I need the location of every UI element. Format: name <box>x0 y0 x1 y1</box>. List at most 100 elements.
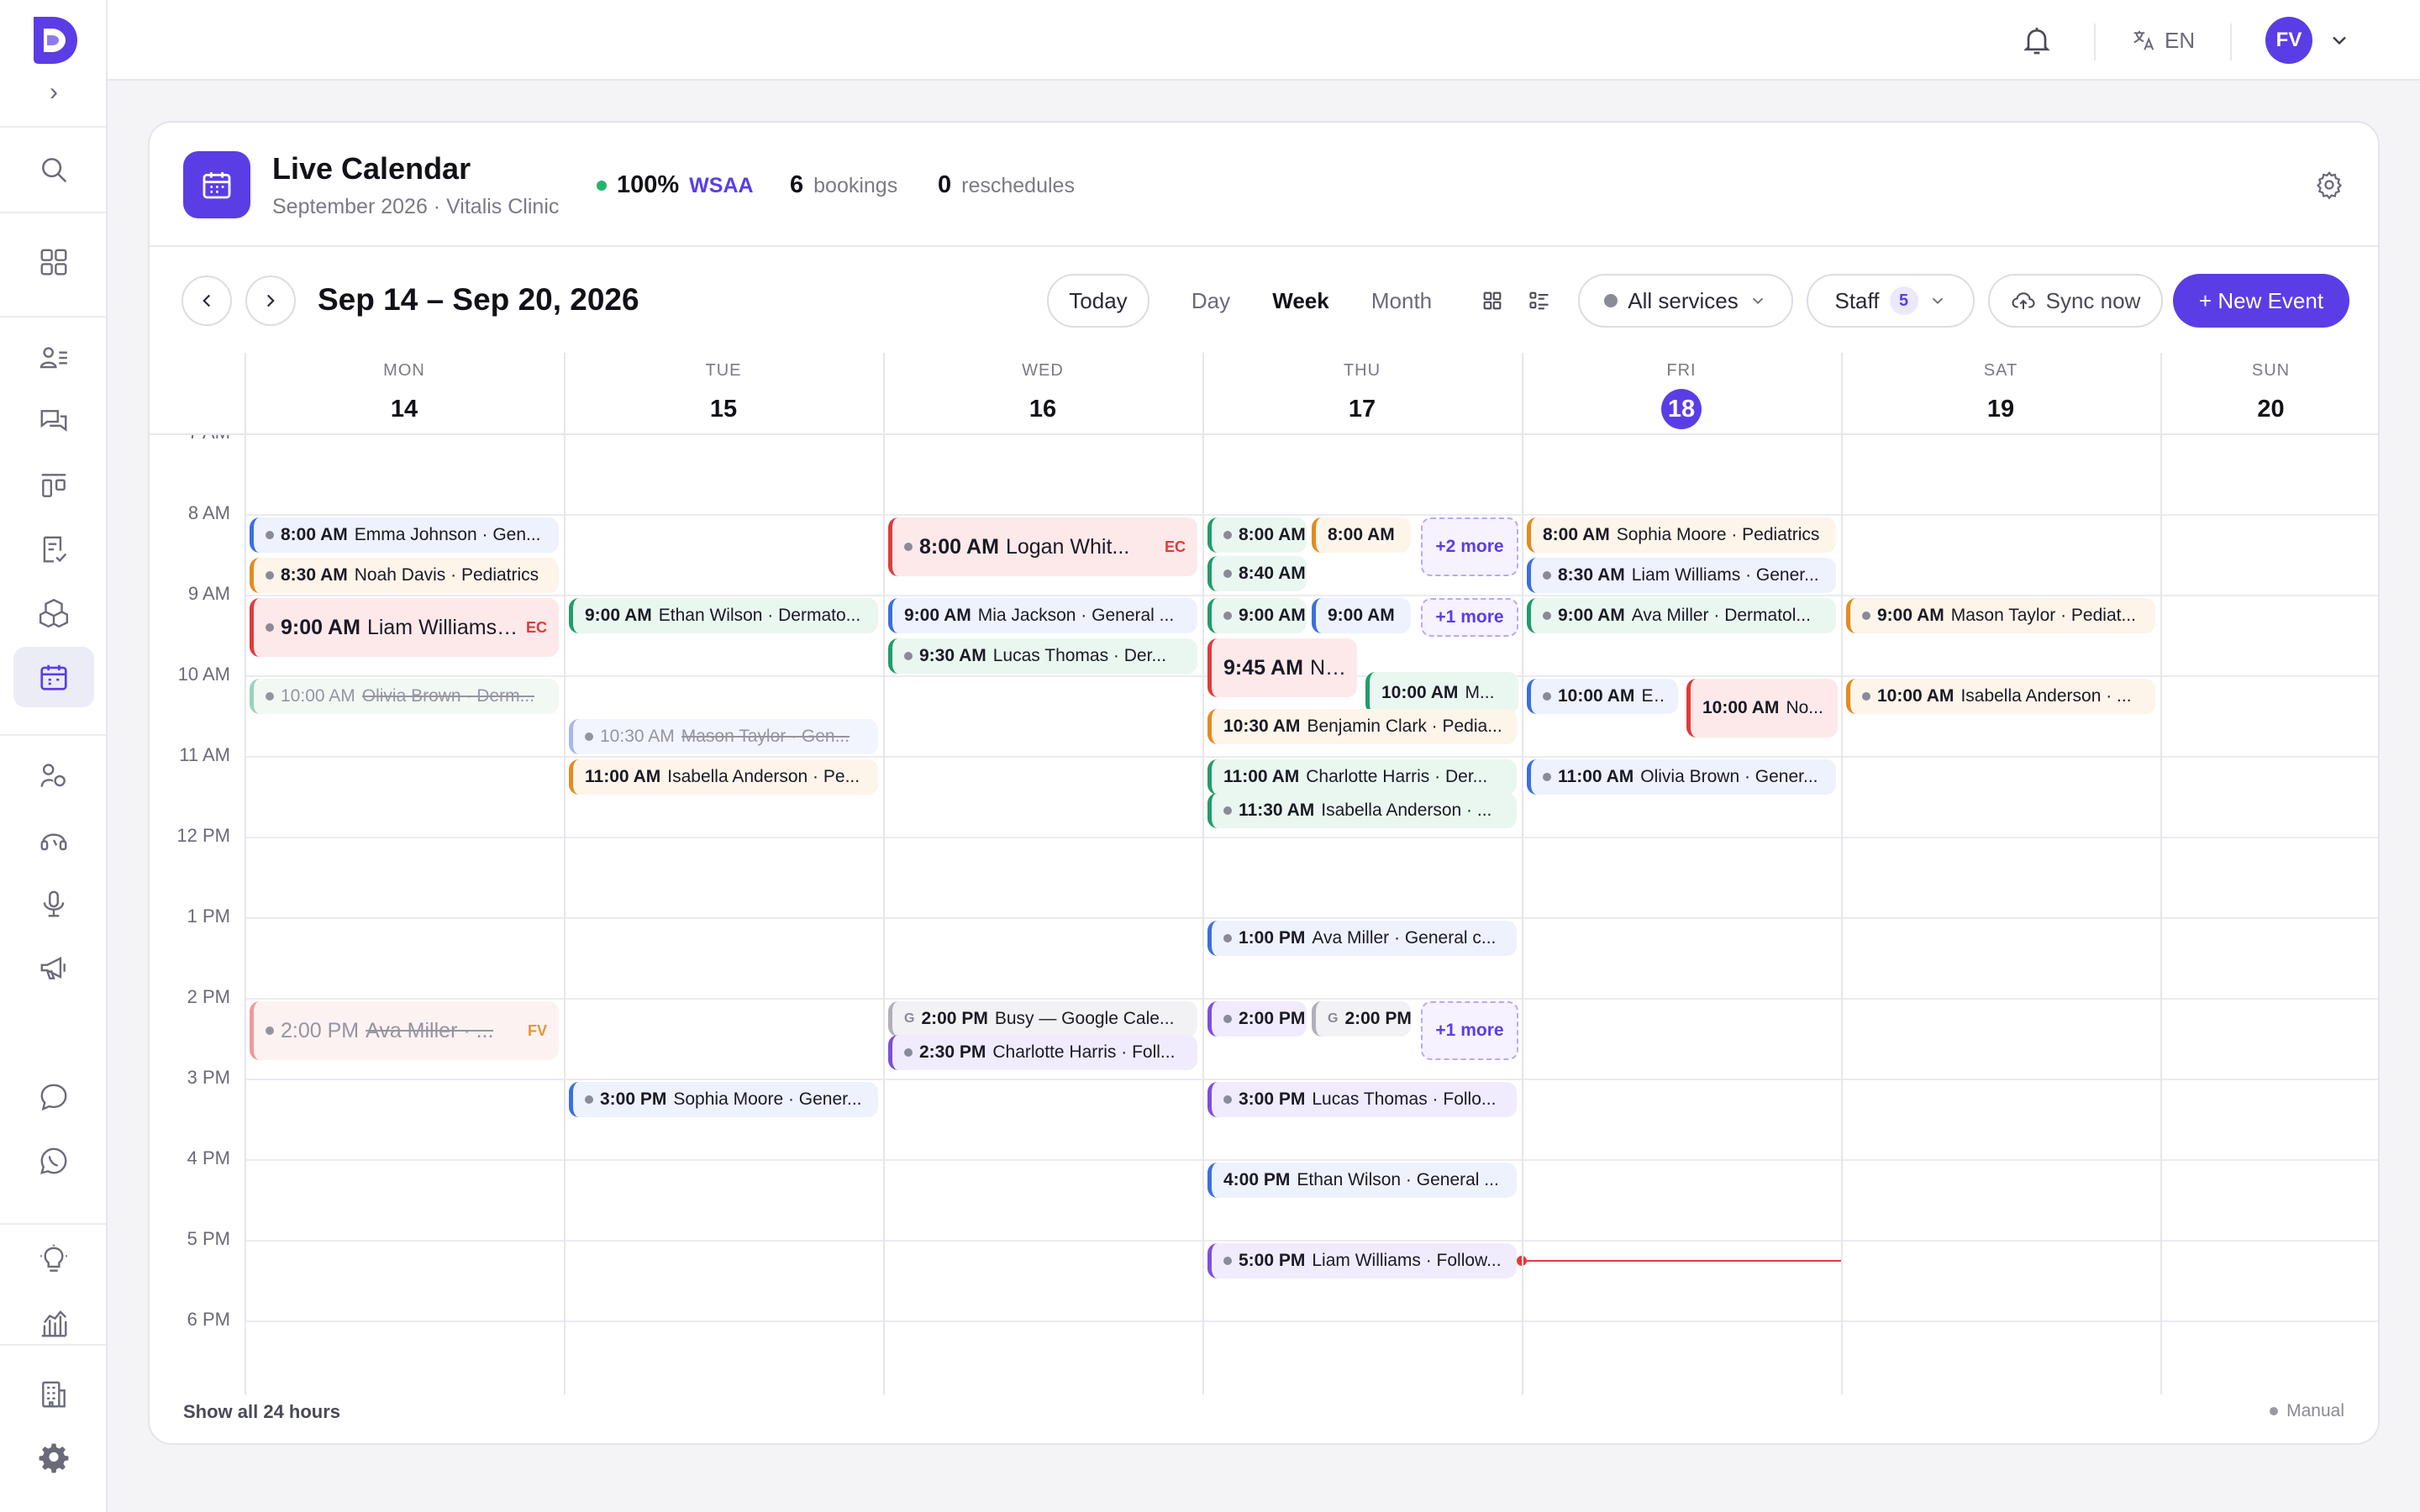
staff-filter[interactable]: Staff 5 <box>1807 274 1975 328</box>
chat-bubbles-icon[interactable] <box>32 400 76 444</box>
day-header-sun[interactable]: SUN 20 <box>2160 353 2378 433</box>
tab-day[interactable]: Day <box>1173 274 1249 328</box>
bookings-count: 6 <box>790 171 804 198</box>
calendar-event[interactable]: 9:00 AM Ava Miller · Dermatol... <box>1527 598 1836 633</box>
day-header-sat[interactable]: SAT 19 <box>1841 353 2160 433</box>
calendar-event[interactable]: 9:00 AM Mia Jackson · General ... <box>888 598 1197 633</box>
megaphone-icon[interactable] <box>32 946 76 990</box>
calendar-event[interactable]: 9:00 AM Ethan Wilson · Dermato... <box>569 598 878 633</box>
calendar-icon[interactable] <box>13 647 94 707</box>
boxes-icon[interactable] <box>32 591 76 635</box>
new-event-button[interactable]: + New Event <box>2173 274 2349 328</box>
dashboard-grid-icon[interactable] <box>32 240 76 284</box>
previous-week-button[interactable] <box>182 276 232 326</box>
list-view-icon[interactable] <box>1528 289 1551 312</box>
more-events-link[interactable]: +1 more <box>1421 598 1518 637</box>
day-header-wed[interactable]: WED 16 <box>883 353 1202 433</box>
event-time: 8:00 AM <box>1328 525 1395 544</box>
notification-bell-icon[interactable] <box>2020 24 2054 57</box>
message-icon[interactable] <box>32 1075 76 1119</box>
more-events-link[interactable]: +1 more <box>1421 1001 1518 1060</box>
next-week-button[interactable] <box>245 276 296 326</box>
calendar-event[interactable]: G 2:00 PM Busy — Google Cale... <box>888 1001 1197 1037</box>
user-avatar[interactable]: FV <box>2265 17 2312 64</box>
calendar-event[interactable]: 8:00 AM <box>1207 517 1307 553</box>
calendar-event[interactable]: 9:45 AMNoa... <box>1207 638 1357 697</box>
tab-week[interactable]: Week <box>1259 274 1343 328</box>
day-column-divider <box>245 353 246 1394</box>
day-header-thu[interactable]: THU 17 <box>1202 353 1522 433</box>
event-status-dot <box>904 543 913 551</box>
calendar-event[interactable]: G 2:00 PM <box>1312 1001 1411 1037</box>
calendar-event[interactable]: 8:40 AM <box>1207 556 1307 591</box>
show-all-hours-link[interactable]: Show all 24 hours <box>183 1401 340 1423</box>
calendar-event[interactable]: 5:00 PM Liam Williams · Follow... <box>1207 1243 1517 1278</box>
event-title: Noah Davis · Pediatrics <box>354 565 539 585</box>
more-events-link[interactable]: +2 more <box>1421 517 1518 576</box>
bookings-label: bookings <box>813 174 898 197</box>
calendar-event[interactable]: 11:00 AM Charlotte Harris · Der... <box>1207 759 1517 795</box>
calendar-event[interactable]: 9:00 AM <box>1312 598 1411 633</box>
whatsapp-icon[interactable] <box>32 1139 76 1183</box>
gear-icon[interactable] <box>2314 170 2344 200</box>
calendar-event[interactable]: 8:30 AM Noah Davis · Pediatrics <box>250 558 559 593</box>
calendar-event[interactable]: 9:00 AM Liam Williams ... EC <box>250 598 559 657</box>
calendar-event[interactable]: 4:00 PM Ethan Wilson · General ... <box>1207 1163 1517 1198</box>
calendar-event[interactable]: 8:00 AM Emma Johnson · Gen... <box>250 517 559 553</box>
calendar-event[interactable]: 2:00 PM <box>1207 1001 1307 1037</box>
tab-month[interactable]: Month <box>1351 274 1452 328</box>
event-time: 9:00 AM <box>1877 606 1944 625</box>
calendar-event[interactable]: 9:30 AM Lucas Thomas · Der... <box>888 638 1197 674</box>
calendar-event[interactable]: 1:00 PM Ava Miller · General c... <box>1207 921 1517 956</box>
time-label: 7 AM <box>150 435 230 444</box>
calendar-event[interactable]: 11:00 AM Isabella Anderson · Pe... <box>569 759 878 795</box>
calendar-event[interactable]: 3:00 PM Sophia Moore · Gener... <box>569 1082 878 1117</box>
analytics-icon[interactable] <box>32 1302 76 1346</box>
calendar-event[interactable]: 10:00 AM M... <box>1365 672 1518 714</box>
chevron-right-icon <box>266 294 275 307</box>
calendar-event[interactable]: 9:00 AM <box>1207 598 1307 633</box>
calendar-event[interactable]: 2:00 PM Ava Miller · ... FV <box>250 1001 559 1060</box>
day-header-mon[interactable]: MON 14 <box>245 353 564 433</box>
calendar-event[interactable]: 8:00 AM Sophia Moore · Pediatrics <box>1527 517 1836 553</box>
calendar-event[interactable]: 11:00 AM Olivia Brown · Gener... <box>1527 759 1836 795</box>
contacts-icon[interactable] <box>32 336 76 380</box>
search-icon[interactable] <box>32 148 76 192</box>
calendar-event[interactable]: 10:00 AM Olivia Brown · Derm... <box>250 679 559 714</box>
services-filter[interactable]: All services <box>1578 274 1793 328</box>
calendar-event[interactable]: 10:30 AM Mason Taylor · Gen... <box>569 719 878 754</box>
event-title: Busy — Google Cale... <box>994 1009 1175 1028</box>
event-status-dot <box>1223 612 1232 620</box>
chevron-right-icon[interactable]: › <box>40 79 67 106</box>
settings-gear-icon[interactable] <box>32 1436 76 1480</box>
chevron-down-icon[interactable] <box>2328 29 2351 52</box>
calendar-event[interactable]: 8:00 AM Logan Whit... EC <box>888 517 1197 576</box>
calendar-event[interactable]: 11:30 AM Isabella Anderson · ... <box>1207 793 1517 828</box>
day-name: MON <box>383 361 425 380</box>
people-icon[interactable] <box>32 754 76 798</box>
today-button[interactable]: Today <box>1047 274 1150 328</box>
checklist-icon[interactable] <box>32 528 76 571</box>
calendar-event[interactable]: 2:30 PM Charlotte Harris · Foll... <box>888 1035 1197 1070</box>
app-logo[interactable] <box>27 13 81 67</box>
calendar-event[interactable]: 10:00 AM No... <box>1686 679 1838 738</box>
language-switcher[interactable]: EN <box>2131 24 2195 57</box>
board-icon[interactable] <box>32 464 76 507</box>
calendar-event[interactable]: 3:00 PM Lucas Thomas · Follo... <box>1207 1082 1517 1117</box>
calendar-event[interactable]: 10:30 AM Benjamin Clark · Pedia... <box>1207 709 1517 744</box>
time-label: 11 AM <box>179 744 230 765</box>
lightbulb-icon[interactable] <box>32 1238 76 1282</box>
grid-view-icon[interactable] <box>1481 289 1504 312</box>
day-header-fri[interactable]: FRI 18 <box>1522 353 1841 433</box>
sync-now-button[interactable]: Sync now <box>1988 274 2163 328</box>
calendar-event[interactable]: 8:00 AM <box>1312 517 1411 553</box>
calendar-event[interactable]: 9:00 AM Mason Taylor · Pediat... <box>1846 598 2155 633</box>
time-grid: 7 AM 8 AM 9 AM 10 AM 11 AM 12 PM 1 PM 2 PM 3 PM 4… <box>150 433 2378 1394</box>
calendar-event[interactable]: 10:00 AM Isabella Anderson · ... <box>1846 679 2155 714</box>
calendar-event[interactable]: 10:00 AM E... <box>1527 679 1678 714</box>
calendar-event[interactable]: 8:30 AM Liam Williams · Gener... <box>1527 558 1836 593</box>
microphone-icon[interactable] <box>32 882 76 926</box>
building-icon[interactable] <box>32 1373 76 1416</box>
support-headset-icon[interactable] <box>32 818 76 862</box>
day-header-tue[interactable]: TUE 15 <box>564 353 883 433</box>
